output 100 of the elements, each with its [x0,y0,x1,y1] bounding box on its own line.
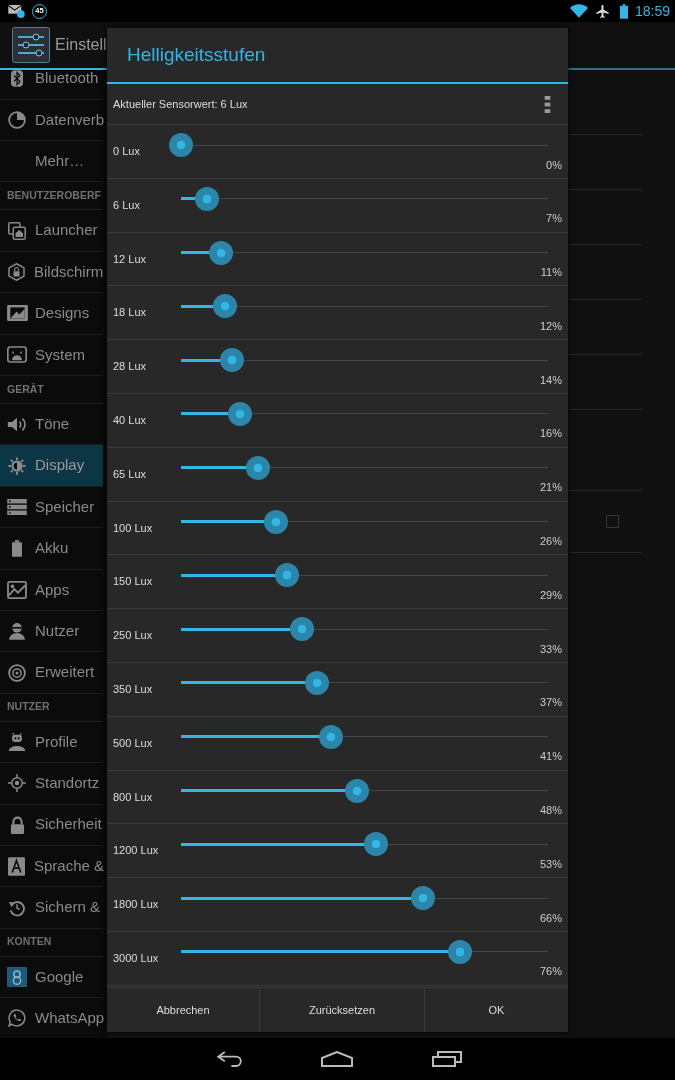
overflow-menu-icon[interactable] [544,95,551,113]
percent-reading: 48% [539,804,562,818]
restore-icon [8,898,26,917]
brightness-icon [8,456,26,475]
target-icon [8,663,26,682]
slider-thumb[interactable] [319,724,344,749]
cancel-button[interactable]: Abbrechen [107,988,259,1032]
robot-icon [8,732,26,751]
sidebar-item[interactable]: Nutzer [0,611,103,653]
lux-label: 1200 Lux [113,844,159,858]
percent-reading: 29% [539,588,562,602]
slider-thumb[interactable] [194,186,219,211]
slider-thumb[interactable] [345,778,370,803]
sidebar-item[interactable]: Sichern & [0,887,103,929]
reset-button[interactable]: Zurücksetzen [259,988,424,1032]
lux-label: 0 Lux [113,145,140,158]
percent-reading: 16% [539,427,562,441]
home-icon[interactable] [321,1051,353,1067]
lock-hexagon-icon [8,263,25,282]
lock-icon [9,815,25,834]
percent-reading: 11% [540,266,562,280]
action-bar-title: Einstell [55,35,107,55]
lux-label: 65 Lux [113,467,147,481]
lux-label: 250 Lux [113,629,153,643]
recents-icon[interactable] [432,1051,462,1067]
letter-tile-icon [8,856,25,876]
slider-thumb[interactable] [447,939,472,964]
sidebar-item[interactable]: Speicher [0,486,103,529]
slider-thumb[interactable] [209,240,234,265]
percent-reading: 12% [539,319,562,333]
slider-thumb[interactable] [363,832,388,857]
slider-thumb[interactable] [275,563,300,588]
lux-label: 18 Lux [113,306,147,320]
sidebar-item[interactable]: Sprache & [0,845,103,888]
speaker-icon [7,415,27,433]
sidebar-item[interactable]: Apps [0,569,103,611]
section-header: KONTEN [0,928,103,957]
sidebar-item[interactable]: Standortz [0,763,103,805]
lux-label: 800 Lux [113,790,153,804]
slider-thumb[interactable] [213,294,238,319]
lux-label: 3000 Lux [113,951,159,965]
ok-button[interactable]: OK [424,988,568,1032]
lux-label: 350 Lux [113,682,153,696]
slider-thumb[interactable] [220,348,245,373]
sidebar-item[interactable]: Display [0,445,103,487]
pie-chart-icon [8,110,26,129]
lux-label: 12 Lux [113,252,147,266]
clock-time: 18:59 [634,4,670,18]
section-header: GERÄT [0,376,103,405]
wifi-icon [569,4,588,18]
sidebar-item[interactable]: Launcher [0,210,103,252]
section-header: NUTZER [0,693,103,722]
slider-thumb[interactable] [264,509,289,534]
battery-icon [12,539,22,557]
slider-thumb[interactable] [246,455,271,480]
sidebar-item[interactable]: Sicherheit [0,804,103,846]
percent-reading: 21% [539,481,562,495]
percent-reading: 76% [539,965,562,979]
sidebar-item[interactable]: Akku [0,528,103,570]
lux-label: 500 Lux [113,736,153,750]
dialog-title: Helligkeitsstufen [127,42,266,67]
slider-thumb[interactable] [227,402,252,426]
sidebar-item[interactable]: Designs [0,293,103,335]
percent-reading: 53% [539,857,562,871]
stacked-bars-icon [7,499,27,515]
logo-tile-icon [7,966,27,987]
picture-frame-icon [6,305,28,322]
robot-tile-icon [7,346,27,364]
section-header: BENUTZEROBERF [0,182,103,211]
sidebar-item[interactable]: Datenverb [0,99,103,142]
percent-reading: 41% [539,750,562,764]
sidebar-item[interactable]: Mehr… [0,141,103,183]
slider-thumb[interactable] [290,617,315,642]
sidebar-item[interactable]: Bluetooth [0,70,103,100]
sidebar-item[interactable]: WhatsApp [0,998,103,1038]
slider-thumb[interactable] [169,133,193,157]
percent-reading: 66% [539,911,562,925]
phone-bubble-icon [8,1009,26,1028]
checkbox[interactable] [606,515,619,528]
sidebar-item[interactable]: Profile [0,721,103,764]
airplane-icon [595,4,609,18]
back-icon[interactable] [215,1051,244,1067]
house-tiles-icon [8,221,26,240]
sidebar-item[interactable]: System [0,334,103,377]
sidebar-item[interactable]: Bildschirm [0,251,103,294]
sliders-icon[interactable] [12,27,50,63]
lux-label: 1800 Lux [113,898,159,912]
lux-label: 6 Lux [113,198,140,212]
image-tile-icon [7,580,27,599]
percent-reading: 26% [539,535,562,549]
lux-label: 100 Lux [113,521,153,535]
percent-reading: 14% [539,373,562,387]
slider-thumb[interactable] [411,886,436,911]
percent-reading: 7% [546,212,562,226]
sidebar-item[interactable]: Erweitert [0,652,103,694]
percent-reading: 33% [539,642,562,656]
percent-reading: 37% [539,696,562,710]
slider-thumb[interactable] [304,670,329,695]
sensor-reading: Aktueller Sensorwert: 6 Lux [113,96,248,112]
sidebar-item[interactable]: Google [0,956,103,999]
